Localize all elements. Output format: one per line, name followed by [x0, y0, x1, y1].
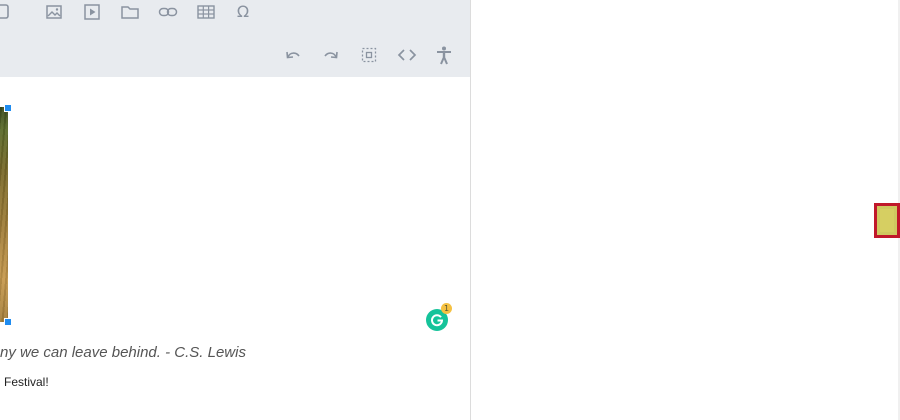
source-code-icon[interactable] [397, 45, 417, 65]
caption-text: Festival! [4, 375, 49, 389]
swatch-fill [880, 209, 894, 232]
selected-image[interactable] [0, 107, 8, 322]
resize-handle-bottom-right[interactable] [4, 318, 12, 326]
undo-icon[interactable] [283, 45, 303, 65]
video-icon[interactable] [82, 2, 102, 22]
editor-content[interactable]: ny we can leave behind. - C.S. Lewis Fes… [0, 77, 470, 420]
rich-text-editor: Ω ny we can leave behind. - C.S. Lewis F… [0, 0, 470, 420]
accessibility-icon[interactable] [434, 45, 454, 65]
quote-text: ny we can leave behind. - C.S. Lewis [0, 344, 246, 361]
grammarly-g-icon [431, 314, 444, 327]
checkbox-icon[interactable] [0, 2, 12, 22]
link-icon[interactable] [158, 2, 178, 22]
color-swatch[interactable] [874, 203, 900, 238]
redo-icon[interactable] [321, 45, 341, 65]
special-character-icon[interactable]: Ω [233, 2, 253, 22]
editor-toolbar: Ω [0, 0, 470, 77]
image-icon[interactable] [44, 2, 64, 22]
panel-divider [470, 0, 471, 420]
resize-handle-top-right[interactable] [4, 104, 12, 112]
folder-icon[interactable] [120, 2, 140, 22]
table-icon[interactable] [196, 2, 216, 22]
grammarly-badge: 1 [441, 303, 452, 314]
select-all-icon[interactable] [359, 45, 379, 65]
